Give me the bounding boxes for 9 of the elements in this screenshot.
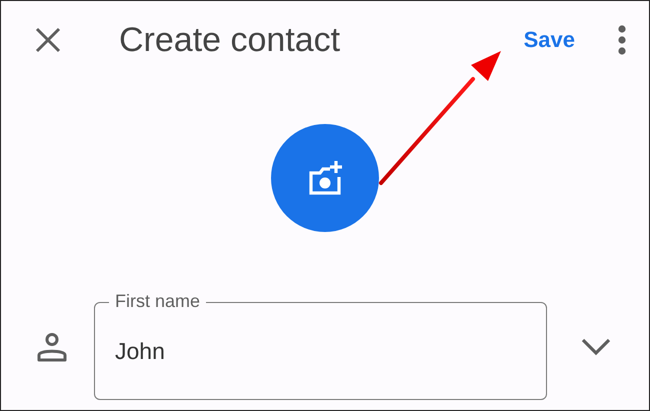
chevron-down-icon: [581, 338, 611, 356]
save-button[interactable]: Save: [522, 23, 577, 57]
menu-icon: [617, 25, 627, 55]
close-icon: [35, 27, 61, 53]
more-options-button[interactable]: [617, 25, 627, 55]
expand-button[interactable]: [581, 338, 611, 356]
person-icon: [37, 332, 67, 362]
close-button[interactable]: [35, 27, 61, 53]
screen-title: Create contact: [119, 20, 342, 60]
